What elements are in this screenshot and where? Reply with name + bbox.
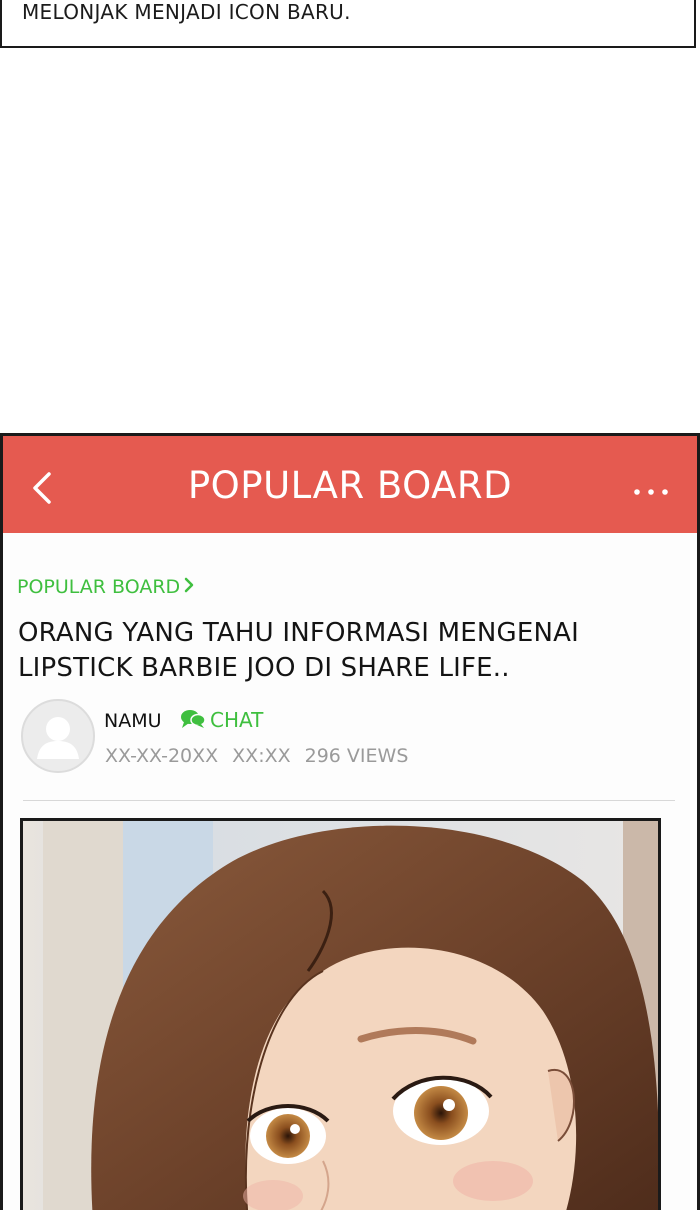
illustration-woman-face: [23, 821, 658, 1210]
divider: [23, 800, 675, 801]
more-dots-icon: [634, 489, 668, 495]
chat-button[interactable]: CHAT: [180, 708, 263, 732]
avatar[interactable]: [21, 699, 95, 773]
post-meta: XX-XX-20XX XX:XX 296 VIEWS: [105, 745, 422, 767]
chat-bubbles-icon: [181, 710, 206, 728]
caption-text: MELONJAK MENJADI ICON BARU.: [22, 0, 351, 24]
breadcrumb[interactable]: POPULAR BOARD: [17, 576, 194, 598]
post-views: 296 VIEWS: [304, 745, 409, 767]
post-title: ORANG YANG TAHU INFORMASI MENGENAI LIPST…: [18, 618, 579, 683]
more-options-button[interactable]: [631, 474, 671, 504]
page-title: POPULAR BOARD: [187, 464, 513, 507]
breadcrumb-label: POPULAR BOARD: [17, 576, 181, 598]
post-image: [20, 818, 661, 1210]
chevron-right-icon: [184, 576, 194, 598]
post-date: XX-XX-20XX: [105, 745, 219, 767]
caption-box: MELONJAK MENJADI ICON BARU.: [0, 0, 696, 48]
author-name[interactable]: NAMU: [104, 710, 162, 732]
app-bar: POPULAR BOARD: [3, 436, 697, 533]
phone-panel: POPULAR BOARD POPULAR BOARD ORANG YANG T…: [0, 433, 700, 1210]
user-placeholder-icon: [37, 717, 79, 759]
chat-label: CHAT: [210, 708, 264, 732]
post-time: XX:XX: [232, 745, 291, 767]
